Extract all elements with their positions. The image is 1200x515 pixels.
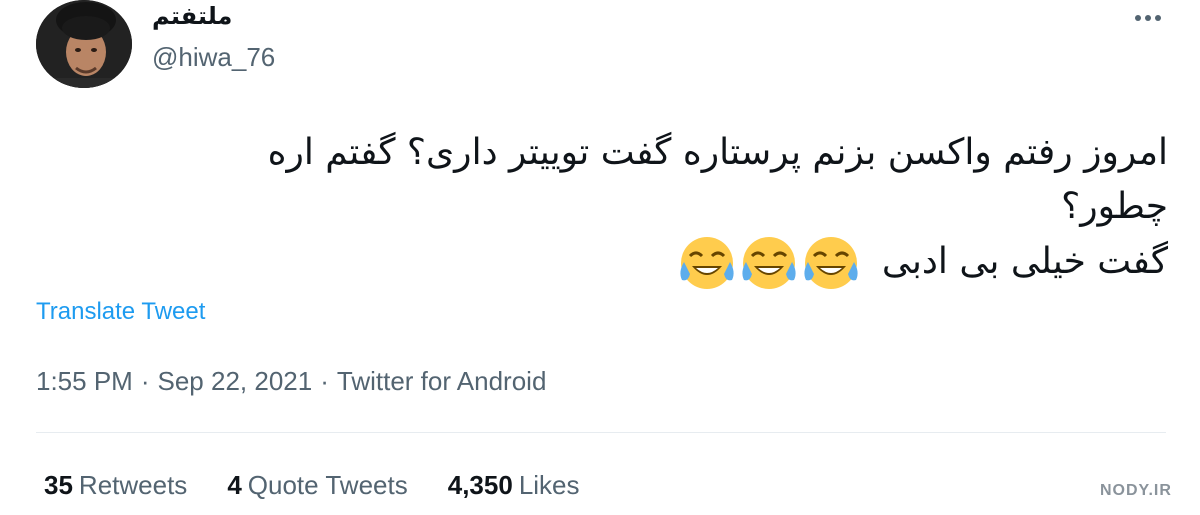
- tweet-date[interactable]: Sep 22, 2021: [158, 366, 313, 396]
- tweet-stats: 35 Retweets 4 Quote Tweets 4,350 Likes: [44, 470, 580, 501]
- meta-separator: ·: [320, 366, 329, 396]
- tweet-meta: 1:55 PM · Sep 22, 2021 · Twitter for Android: [36, 366, 546, 397]
- emoji-group: [678, 234, 860, 292]
- tweet-text-line: چطور؟: [1061, 186, 1168, 227]
- likes-label: Likes: [518, 470, 580, 500]
- tweet-body: امروز رفتم واکسن بزنم پرستاره گفت توییتر…: [40, 126, 1168, 292]
- tweet-source[interactable]: Twitter for Android: [337, 366, 547, 396]
- tweet-text-line: گفت خیلی بی ادبی: [881, 241, 1168, 282]
- translate-tweet-link[interactable]: Translate Tweet: [36, 298, 205, 326]
- tweet-text-line-with-emoji: گفت خیلی بی ادبی: [40, 234, 1168, 292]
- likes-stat[interactable]: 4,350 Likes: [448, 470, 580, 501]
- tweet-text-line: امروز رفتم واکسن بزنم پرستاره گفت توییتر…: [267, 132, 1168, 173]
- more-horizontal-icon[interactable]: [1128, 6, 1168, 30]
- quote-tweets-count: 4: [227, 470, 242, 500]
- likes-count: 4,350: [447, 470, 513, 500]
- tears-of-joy-emoji-icon: [680, 237, 734, 289]
- more-dot: [1135, 15, 1141, 21]
- retweets-count: 35: [44, 470, 73, 500]
- tears-of-joy-emoji-icon: [742, 237, 796, 289]
- meta-separator: ·: [140, 366, 150, 396]
- quote-tweets-stat[interactable]: 4 Quote Tweets: [227, 470, 407, 501]
- author-avatar[interactable]: [36, 0, 132, 88]
- more-dot: [1155, 15, 1161, 21]
- author-display-name[interactable]: ملتفتم: [152, 2, 232, 38]
- retweets-stat[interactable]: 35 Retweets: [44, 470, 187, 501]
- tweet-time[interactable]: 1:55 PM: [36, 366, 133, 396]
- tears-of-joy-emoji-icon: [804, 237, 858, 289]
- retweets-label: Retweets: [78, 470, 188, 500]
- more-dot: [1145, 15, 1151, 21]
- avatar-photo: [36, 0, 132, 88]
- author-handle[interactable]: @hiwa_76: [152, 42, 275, 73]
- watermark: NODY.IR: [1100, 482, 1172, 499]
- divider: [36, 432, 1166, 433]
- quote-tweets-label: Quote Tweets: [247, 470, 408, 500]
